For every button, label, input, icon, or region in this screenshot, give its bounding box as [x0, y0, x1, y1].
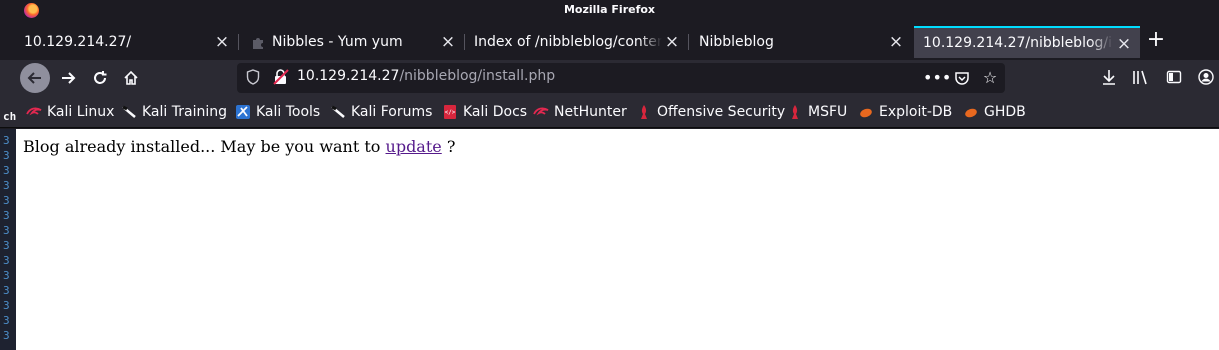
terminal-line: 3 [3, 284, 10, 297]
library-icon[interactable] [1130, 66, 1152, 88]
tab-label: Nibbles - Yum yum [272, 34, 403, 50]
tab-label: 10.129.214.27/ [24, 34, 132, 50]
bookmark-label: Kali Linux [47, 104, 115, 120]
home-button[interactable] [116, 63, 146, 93]
terminal-line: 3 [3, 134, 10, 147]
bookmark-kali-docs[interactable]: </> Kali Docs [442, 103, 527, 121]
message-text: Blog already installed... May be you wan… [23, 137, 386, 156]
bookmark-ghdb[interactable]: GHDB [963, 103, 1026, 121]
close-tab-icon[interactable]: × [1114, 34, 1134, 54]
tab-label: Nibbleblog [699, 34, 774, 50]
bookmark-label: NetHunter [554, 104, 627, 120]
close-tab-icon[interactable]: × [662, 32, 682, 52]
url-bar[interactable]: 10.129.214.27/nibbleblog/install.php •••… [237, 63, 1005, 93]
tab-5-active[interactable]: 10.129.214.27/nibbleblog/install.php × [914, 26, 1140, 58]
bookmark-label: Kali Docs [463, 104, 528, 120]
insecure-lock-icon[interactable] [272, 68, 290, 86]
url-text[interactable]: 10.129.214.27/nibbleblog/install.php [297, 68, 555, 84]
pocket-icon[interactable] [951, 67, 973, 89]
new-tab-button[interactable]: + [1146, 29, 1166, 51]
background-terminal-strip: ch 3 3 3 3 3 3 3 3 3 3 3 3 3 3 [0, 110, 16, 350]
exploitdb-icon [858, 104, 874, 120]
bookmark-label: Exploit-DB [879, 104, 953, 120]
tab-separator [238, 34, 239, 50]
update-link[interactable]: update [386, 137, 442, 156]
account-icon[interactable] [1195, 66, 1217, 88]
bookmark-label: MSFU [808, 104, 848, 120]
sidebar-icon[interactable] [1163, 66, 1185, 88]
bookmark-offensive-security[interactable]: Offensive Security [636, 103, 785, 121]
tab-4[interactable]: Nibbleblog × [690, 26, 912, 58]
bookmarks-toolbar: Kali Linux Kali Training Kali Tools Kali… [0, 96, 1219, 128]
forward-button[interactable] [53, 63, 83, 93]
back-button[interactable] [20, 63, 50, 93]
nethunter-icon [533, 104, 549, 120]
kali-dragon-icon [26, 104, 42, 120]
bookmark-exploit-db[interactable]: Exploit-DB [858, 103, 952, 121]
terminal-line: 3 [3, 269, 10, 282]
bookmark-label: Kali Forums [351, 104, 433, 120]
tab-strip: 10.129.214.27/ × Nibbles - Yum yum × Ind… [0, 22, 1219, 60]
page-content: Blog already installed... May be you wan… [16, 129, 1219, 350]
install-message: Blog already installed... May be you wan… [23, 137, 455, 156]
tab-separator [688, 34, 689, 50]
kali-training-icon [121, 104, 137, 120]
msfu-icon [787, 104, 803, 120]
window-title: Mozilla Firefox [563, 3, 656, 16]
terminal-text: ch [3, 110, 17, 123]
offsec-icon [636, 104, 652, 120]
downloads-icon[interactable] [1098, 66, 1120, 88]
bookmark-label: Kali Tools [256, 104, 321, 120]
kali-forums-icon [330, 104, 346, 120]
page-actions-menu-icon[interactable]: ••• [923, 67, 951, 89]
message-suffix: ? [441, 137, 456, 156]
bookmark-label: GHDB [984, 104, 1026, 120]
terminal-line: 3 [3, 224, 10, 237]
terminal-line: 3 [3, 164, 10, 177]
bookmark-label: Offensive Security [657, 104, 786, 120]
ghdb-icon [963, 104, 979, 120]
terminal-line: 3 [3, 239, 10, 252]
tab-label: 10.129.214.27/nibbleblog/install.php [923, 35, 1113, 51]
tab-3[interactable]: Index of /nibbleblog/content × [466, 26, 689, 58]
url-host: 10.129.214.27 [297, 68, 400, 84]
tab-2[interactable]: Nibbles - Yum yum × [240, 26, 465, 58]
terminal-line: 3 [3, 149, 10, 162]
bookmark-kali-forums[interactable]: Kali Forums [330, 103, 432, 121]
tracking-protection-icon[interactable] [246, 69, 260, 85]
tab-separator [464, 34, 465, 50]
terminal-line: 3 [3, 299, 10, 312]
terminal-line: 3 [3, 194, 10, 207]
tab-label: Index of /nibbleblog/content [474, 34, 662, 50]
terminal-line: 3 [3, 329, 10, 342]
url-path: /nibbleblog/install.php [399, 68, 556, 84]
bookmark-msfu[interactable]: MSFU [787, 103, 847, 121]
reload-button[interactable] [85, 63, 115, 93]
puzzle-icon [250, 34, 266, 50]
bookmark-star-icon[interactable]: ☆ [979, 67, 1001, 89]
kali-docs-icon: </> [442, 104, 458, 120]
close-tab-icon[interactable]: × [212, 32, 232, 52]
navigation-toolbar: 10.129.214.27/nibbleblog/install.php •••… [0, 60, 1219, 96]
kali-tools-icon [235, 104, 251, 120]
terminal-line: 3 [3, 254, 10, 267]
bookmark-kali-linux[interactable]: Kali Linux [26, 103, 114, 121]
svg-text:</>: </> [445, 109, 456, 116]
close-tab-icon[interactable]: × [886, 32, 906, 52]
bookmark-kali-tools[interactable]: Kali Tools [235, 103, 320, 121]
tab-1[interactable]: 10.129.214.27/ × [16, 26, 239, 58]
bookmark-label: Kali Training [142, 104, 227, 120]
bookmark-kali-training[interactable]: Kali Training [121, 103, 227, 121]
terminal-line: 3 [3, 209, 10, 222]
terminal-line: 3 [3, 179, 10, 192]
window-titlebar: Mozilla Firefox [0, 0, 1219, 22]
terminal-line: 3 [3, 314, 10, 327]
bookmark-nethunter[interactable]: NetHunter [533, 103, 627, 121]
close-tab-icon[interactable]: × [438, 32, 458, 52]
